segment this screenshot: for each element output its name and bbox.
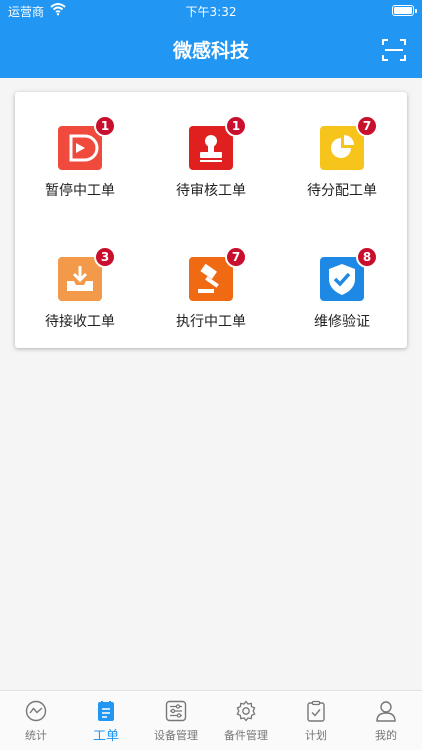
- badge-count: 1: [225, 115, 247, 137]
- grid-item-label: 执行中工单: [176, 314, 246, 330]
- badge-count: 3: [94, 246, 116, 268]
- grid-item-in-progress-orders[interactable]: 7 执行中工单: [146, 223, 276, 333]
- badge-count: 7: [356, 115, 378, 137]
- tab-equipment[interactable]: 设备管理: [141, 691, 211, 750]
- tab-label: 计划: [305, 729, 327, 742]
- grid-item-label: 暂停中工单: [45, 183, 115, 199]
- badge-count: 7: [225, 246, 247, 268]
- tab-label: 工单: [92, 729, 119, 744]
- grid-item-label: 待审核工单: [176, 183, 246, 199]
- status-time: 下午3:32: [185, 5, 237, 19]
- tab-label: 备件管理: [224, 729, 268, 742]
- gear-icon: [236, 700, 256, 722]
- scan-icon[interactable]: [382, 38, 406, 62]
- grid-item-label: 待接收工单: [45, 314, 115, 330]
- grid-item-repair-verification[interactable]: 8 维修验证: [277, 223, 407, 333]
- tab-profile[interactable]: 我的: [351, 691, 421, 750]
- tab-label: 设备管理: [154, 729, 198, 742]
- tab-spare-parts[interactable]: 备件管理: [211, 691, 281, 750]
- tab-statistics[interactable]: 统计: [1, 691, 71, 750]
- work-order-icon: [98, 701, 114, 721]
- tab-label: 我的: [375, 729, 397, 742]
- grid-item-label: 维修验证: [314, 314, 370, 330]
- clipboard-check-icon: [307, 700, 325, 722]
- tab-work-orders[interactable]: 工单: [71, 691, 141, 750]
- work-order-grid: 1 暂停中工单 1 待审核工单 7 待分配工单 3 待接收工单 7 执行中工单 …: [15, 92, 407, 348]
- sliders-icon: [165, 700, 187, 722]
- bottom-tab-bar: 统计 工单 设备管理 备件管理 计划 我的: [0, 690, 422, 750]
- battery-icon: [392, 5, 417, 16]
- chart-circle-icon: [25, 700, 47, 722]
- app-header: 运营商 下午3:32 微感科技: [0, 0, 422, 78]
- grid-item-label: 待分配工单: [307, 183, 377, 199]
- user-icon: [376, 701, 396, 722]
- page-title: 微感科技: [172, 40, 249, 62]
- grid-item-pending-assign-orders[interactable]: 7 待分配工单: [277, 92, 407, 202]
- grid-item-paused-orders[interactable]: 1 暂停中工单: [15, 92, 145, 202]
- badge-count: 1: [94, 115, 116, 137]
- badge-count: 8: [356, 246, 378, 268]
- grid-item-pending-receive-orders[interactable]: 3 待接收工单: [15, 223, 145, 333]
- grid-item-pending-review-orders[interactable]: 1 待审核工单: [146, 92, 276, 202]
- tab-label: 统计: [25, 729, 47, 742]
- status-bar: 运营商 下午3:32: [0, 0, 422, 22]
- tab-plan[interactable]: 计划: [281, 691, 351, 750]
